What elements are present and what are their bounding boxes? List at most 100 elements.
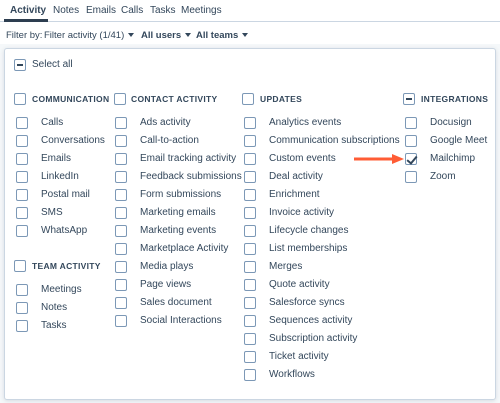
teams-dropdown[interactable]: All teams — [196, 30, 249, 41]
checkbox-media-plays[interactable] — [115, 261, 127, 273]
checkbox-salesforce-syncs[interactable] — [244, 297, 256, 309]
label-marketplace-activity: Marketplace Activity — [140, 243, 229, 254]
label-zoom: Zoom — [430, 171, 456, 182]
filter-activity-label: Filter activity (1/41) — [44, 30, 125, 41]
label-linkedin: LinkedIn — [41, 171, 79, 182]
contact-activity-group-checkbox[interactable] — [114, 93, 126, 105]
checkbox-marketing-emails[interactable] — [115, 207, 127, 219]
select-all-checkbox[interactable] — [14, 59, 26, 71]
label-ads-activity: Ads activity — [140, 117, 191, 128]
label-enrichment: Enrichment — [269, 189, 320, 200]
checkbox-email-tracking-activity[interactable] — [115, 153, 127, 165]
checkbox-notes[interactable] — [16, 302, 28, 314]
chevron-down-icon — [185, 33, 192, 38]
checkbox-ads-activity[interactable] — [115, 117, 127, 129]
checkbox-postal-mail[interactable] — [16, 189, 28, 201]
checkbox-linkedin[interactable] — [16, 171, 28, 183]
checkbox-mailchimp[interactable] — [405, 153, 417, 165]
activity-tabs: Activity Notes Emails Calls Tasks Meetin… — [0, 0, 500, 22]
tab-activity[interactable]: Activity — [10, 5, 46, 16]
label-subscription-activity: Subscription activity — [269, 333, 358, 344]
checkbox-social-interactions[interactable] — [115, 315, 127, 327]
integrations-group-checkbox[interactable] — [403, 93, 415, 105]
checkbox-analytics-events[interactable] — [244, 117, 256, 129]
team-activity-group-checkbox[interactable] — [14, 260, 26, 272]
integrations-header: INTEGRATIONS — [421, 94, 489, 104]
label-sales-document: Sales document — [140, 297, 212, 308]
label-calls: Calls — [41, 117, 64, 128]
checkbox-calls[interactable] — [16, 117, 28, 129]
checkbox-conversations[interactable] — [16, 135, 28, 147]
checkbox-marketplace-activity[interactable] — [115, 243, 127, 255]
checkbox-sms[interactable] — [16, 207, 28, 219]
filter-by-label: Filter by: — [6, 30, 43, 41]
label-mailchimp: Mailchimp — [430, 153, 476, 164]
checkbox-call-to-action[interactable] — [115, 135, 127, 147]
checkbox-merges[interactable] — [244, 261, 256, 273]
contact-activity-header: CONTACT ACTIVITY — [131, 94, 218, 104]
label-marketing-emails: Marketing emails — [140, 207, 216, 218]
label-meetings: Meetings — [41, 284, 82, 295]
checkbox-communication-subscriptions[interactable] — [244, 135, 256, 147]
checkbox-invoice-activity[interactable] — [244, 207, 256, 219]
label-media-plays: Media plays — [140, 261, 194, 272]
checkbox-page-views[interactable] — [115, 279, 127, 291]
checkbox-tasks[interactable] — [16, 320, 28, 332]
label-merges: Merges — [269, 261, 303, 272]
label-email-tracking-activity: Email tracking activity — [140, 153, 237, 164]
label-feedback-submissions: Feedback submissions — [140, 171, 242, 182]
filter-activity-dropdown[interactable]: Filter activity (1/41) — [44, 30, 135, 41]
checkbox-sequences-activity[interactable] — [244, 315, 256, 327]
checkbox-quote-activity[interactable] — [244, 279, 256, 291]
tab-tasks[interactable]: Tasks — [150, 5, 176, 16]
label-analytics-events: Analytics events — [269, 117, 342, 128]
label-emails: Emails — [41, 153, 72, 164]
checkbox-list-memberships[interactable] — [244, 243, 256, 255]
tab-meetings[interactable]: Meetings — [181, 5, 222, 16]
label-page-views: Page views — [140, 279, 192, 290]
label-quote-activity: Quote activity — [269, 279, 330, 290]
tab-emails[interactable]: Emails — [86, 5, 116, 16]
checkbox-subscription-activity[interactable] — [244, 333, 256, 345]
updates-group-checkbox[interactable] — [242, 93, 254, 105]
label-google-meet: Google Meet — [430, 135, 488, 146]
updates-header: UPDATES — [260, 94, 303, 104]
communication-header: COMMUNICATION — [32, 94, 110, 104]
checkbox-docusign[interactable] — [405, 117, 417, 129]
checkbox-workflows[interactable] — [244, 369, 256, 381]
label-workflows: Workflows — [269, 369, 315, 380]
checkbox-lifecycle-changes[interactable] — [244, 225, 256, 237]
checkbox-feedback-submissions[interactable] — [115, 171, 127, 183]
checkbox-form-submissions[interactable] — [115, 189, 127, 201]
checkbox-deal-activity[interactable] — [244, 171, 256, 183]
checkbox-meetings[interactable] — [16, 284, 28, 296]
checkbox-ticket-activity[interactable] — [244, 351, 256, 363]
label-notes: Notes — [41, 302, 68, 313]
checkbox-emails[interactable] — [16, 153, 28, 165]
label-deal-activity: Deal activity — [269, 171, 323, 182]
label-invoice-activity: Invoice activity — [269, 207, 335, 218]
label-form-submissions: Form submissions — [140, 189, 222, 200]
checkbox-enrichment[interactable] — [244, 189, 256, 201]
teams-label: All teams — [196, 30, 239, 41]
label-list-memberships: List memberships — [269, 243, 348, 254]
label-salesforce-syncs: Salesforce syncs — [269, 297, 345, 308]
chevron-down-icon — [242, 33, 249, 38]
tab-notes[interactable]: Notes — [53, 5, 79, 16]
checkbox-zoom[interactable] — [405, 171, 417, 183]
team-activity-header: TEAM ACTIVITY — [32, 261, 101, 271]
checkbox-whatsapp[interactable] — [16, 225, 28, 237]
annotation-arrow-icon — [354, 154, 404, 164]
label-whatsapp: WhatsApp — [41, 225, 88, 236]
checkbox-sales-document[interactable] — [115, 297, 127, 309]
tab-calls[interactable]: Calls — [121, 5, 143, 16]
checkbox-custom-events[interactable] — [244, 153, 256, 165]
users-dropdown[interactable]: All users — [141, 30, 192, 41]
label-call-to-action: Call-to-action — [140, 135, 199, 146]
label-conversations: Conversations — [41, 135, 105, 146]
label-postal-mail: Postal mail — [41, 189, 90, 200]
communication-group-checkbox[interactable] — [14, 93, 26, 105]
label-custom-events: Custom events — [269, 153, 336, 164]
checkbox-google-meet[interactable] — [405, 135, 417, 147]
checkbox-marketing-events[interactable] — [115, 225, 127, 237]
